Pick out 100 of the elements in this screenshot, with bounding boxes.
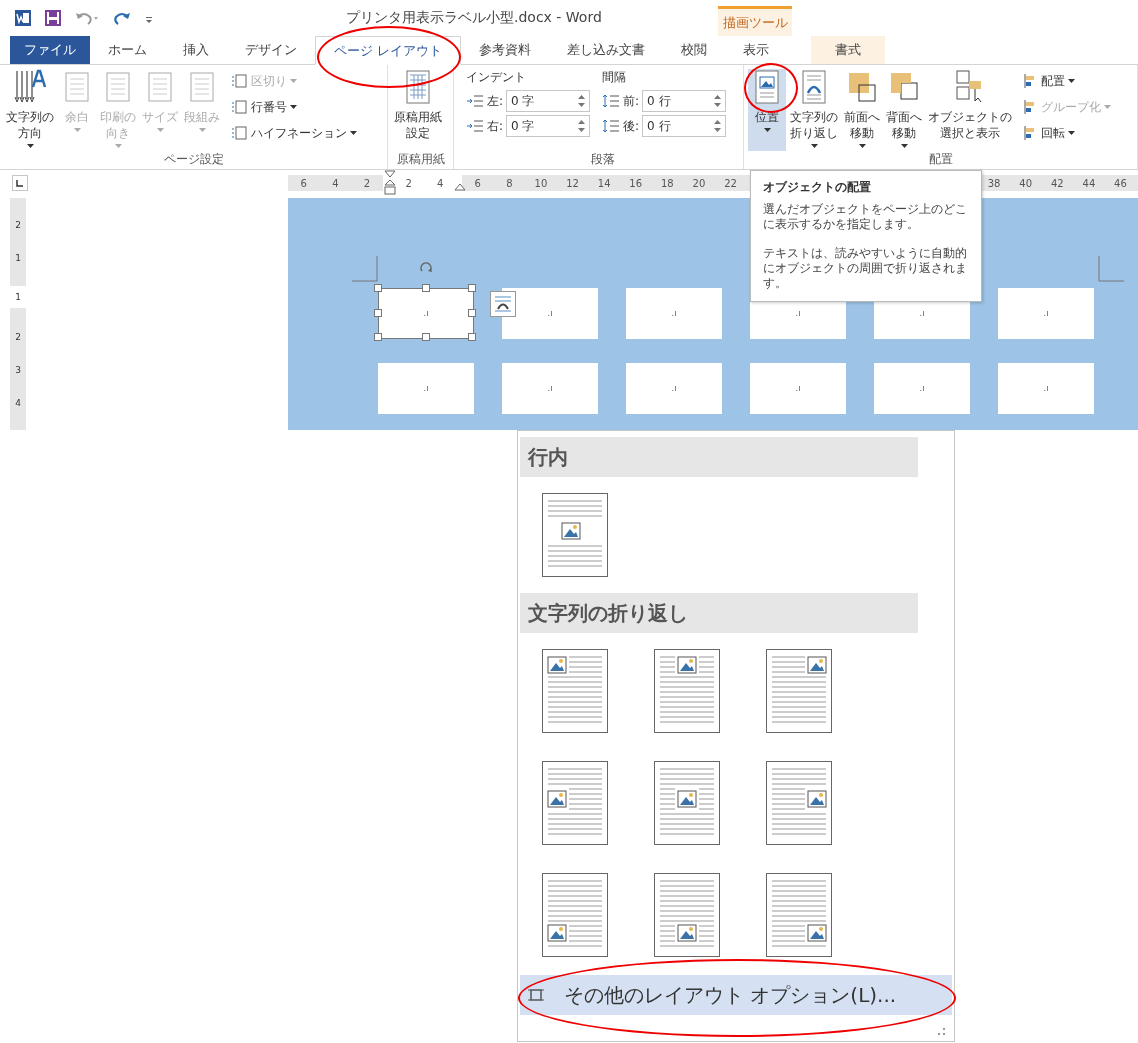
resize-handle[interactable] <box>468 309 476 317</box>
ribbon-button[interactable]: 行番号 <box>228 95 359 119</box>
ruler-number: 22 <box>723 177 738 189</box>
tooltip-text: テキストは、読みやすいように自動的にオブジェクトの周囲で折り返されます。 <box>763 246 968 291</box>
label-shape[interactable]: .ı <box>626 288 722 339</box>
ribbon-button[interactable]: 前面へ 移動 <box>842 69 882 151</box>
right-indent-marker-icon[interactable] <box>454 183 466 191</box>
indent-marker-icon[interactable] <box>384 170 396 196</box>
ribbon-tab[interactable]: 校閲 <box>663 36 726 64</box>
ruler-number: 40 <box>1018 177 1034 189</box>
ribbon-tab[interactable]: 書式 <box>811 36 886 64</box>
label-shape[interactable]: .ı <box>750 363 846 414</box>
ruler-number: 6 <box>299 177 308 189</box>
label-shape[interactable]: .ı <box>502 288 598 339</box>
left-tab-icon <box>16 179 24 187</box>
resize-handle[interactable] <box>374 284 382 292</box>
ribbon-tab[interactable]: 挿入 <box>165 36 227 64</box>
resize-handle[interactable] <box>422 333 430 341</box>
position-option[interactable] <box>542 761 608 845</box>
ruler-number: 46 <box>1113 177 1128 189</box>
label-shape[interactable]: .ı <box>998 288 1094 339</box>
position-option[interactable] <box>766 761 832 845</box>
paragraph-mark: .ı <box>423 384 429 393</box>
paragraph-mark: .ı <box>1043 309 1049 318</box>
paragraph-mark: .ı <box>1043 384 1049 393</box>
ruler-number: 2 <box>15 219 21 230</box>
ribbon-button[interactable]: 文字列の 方向 <box>4 69 56 151</box>
ribbon-button[interactable]: 原稿用紙 設定 <box>392 69 444 151</box>
spin-arrows-icon[interactable] <box>578 94 586 108</box>
resize-handle[interactable] <box>422 284 430 292</box>
ribbon-button[interactable]: オブジェクトの 選択と表示 <box>926 69 1014 151</box>
paragraph-mark: .ı <box>547 309 553 318</box>
wrap-layout-icon <box>766 873 832 957</box>
ribbon-button[interactable]: 文字列の 折り返し <box>788 69 840 151</box>
ruler-number: 1 <box>15 253 21 263</box>
position-option[interactable] <box>654 873 720 957</box>
more-layout-options-item[interactable]: その他のレイアウト オプション(L)... <box>520 975 952 1015</box>
inline-layout-icon <box>542 493 608 577</box>
spin-field[interactable]: 0 行 <box>642 90 727 112</box>
label-shape[interactable]: .ı <box>378 288 474 339</box>
position-option[interactable] <box>654 649 720 733</box>
position-option[interactable] <box>542 873 608 957</box>
position-option[interactable] <box>542 493 608 577</box>
tooltip-text: 選んだオブジェクトをページ上のどこに表示するかを指定します。 <box>763 202 968 232</box>
label-shape[interactable]: .ı <box>626 363 722 414</box>
ruler-number: 12 <box>565 177 580 189</box>
indent-label: インデント <box>466 69 527 86</box>
page-icon <box>230 73 248 89</box>
ruler-number: 4 <box>15 398 21 409</box>
label-shape[interactable]: .ı <box>998 363 1094 414</box>
position-option[interactable] <box>766 873 832 957</box>
ribbon-button[interactable]: 背面へ 移動 <box>884 69 924 151</box>
spacing-label: 間隔 <box>602 69 628 86</box>
ribbon-tab[interactable]: ファイル <box>10 36 90 64</box>
ribbon-button[interactable]: ハイフネーション <box>228 121 359 145</box>
word-logo-icon[interactable] <box>14 9 32 27</box>
resize-handle[interactable] <box>468 284 476 292</box>
ribbon-tab[interactable]: デザイン <box>227 36 315 64</box>
label-shape[interactable]: .ı <box>874 363 970 414</box>
spacing-icon <box>602 94 621 108</box>
resize-handle[interactable] <box>468 333 476 341</box>
spin-field[interactable]: 0 行 <box>642 115 727 137</box>
ribbon-tab[interactable]: ページ レイアウト <box>315 36 462 65</box>
ribbon-tab[interactable]: 差し込み文書 <box>549 36 664 64</box>
resize-handle[interactable] <box>374 333 382 341</box>
ribbon-button[interactable]: 配置 <box>1020 69 1113 93</box>
text-direction-icon <box>13 69 47 105</box>
ribbon-tab[interactable]: 表示 <box>725 36 788 64</box>
layout-options-icon[interactable] <box>490 291 516 317</box>
field-label: 後: <box>623 117 640 135</box>
indent-icon <box>466 94 484 108</box>
spin-arrows-icon[interactable] <box>578 119 586 133</box>
save-icon[interactable] <box>44 9 62 27</box>
label-shape[interactable]: .ı <box>502 363 598 414</box>
tooltip-title: オブジェクトの配置 <box>763 179 872 196</box>
ribbon-button[interactable]: 回転 <box>1020 121 1113 145</box>
label-shape[interactable]: .ı <box>378 363 474 414</box>
wrap-layout-icon <box>542 649 608 733</box>
spin-field[interactable]: 0 字 <box>506 90 591 112</box>
spin-arrows-icon[interactable] <box>714 119 722 133</box>
paragraph-mark: .ı <box>919 309 925 318</box>
spin-field[interactable]: 0 字 <box>506 115 591 137</box>
ribbon-tab[interactable]: ホーム <box>90 36 165 64</box>
section-header: 文字列の折り返し <box>520 593 918 633</box>
contextual-tab-group: 描画ツール <box>718 6 792 36</box>
ruler-number: 6 <box>473 177 482 189</box>
ribbon-tab[interactable]: 参考資料 <box>461 36 550 64</box>
tab-selector[interactable] <box>12 175 28 191</box>
position-option[interactable] <box>542 649 608 733</box>
paragraph-mark: .ı <box>671 309 677 318</box>
page-icon <box>230 99 248 115</box>
section-header: 行内 <box>520 437 918 477</box>
ruler-number: 10 <box>533 177 549 189</box>
position-option[interactable] <box>766 649 832 733</box>
paragraph-mark: .ı <box>423 309 429 318</box>
position-option[interactable] <box>654 761 720 845</box>
field-label: 前: <box>623 92 640 110</box>
spin-arrows-icon[interactable] <box>714 94 722 108</box>
resize-handle[interactable] <box>374 309 382 317</box>
resize-grip-icon[interactable] <box>936 1027 946 1037</box>
